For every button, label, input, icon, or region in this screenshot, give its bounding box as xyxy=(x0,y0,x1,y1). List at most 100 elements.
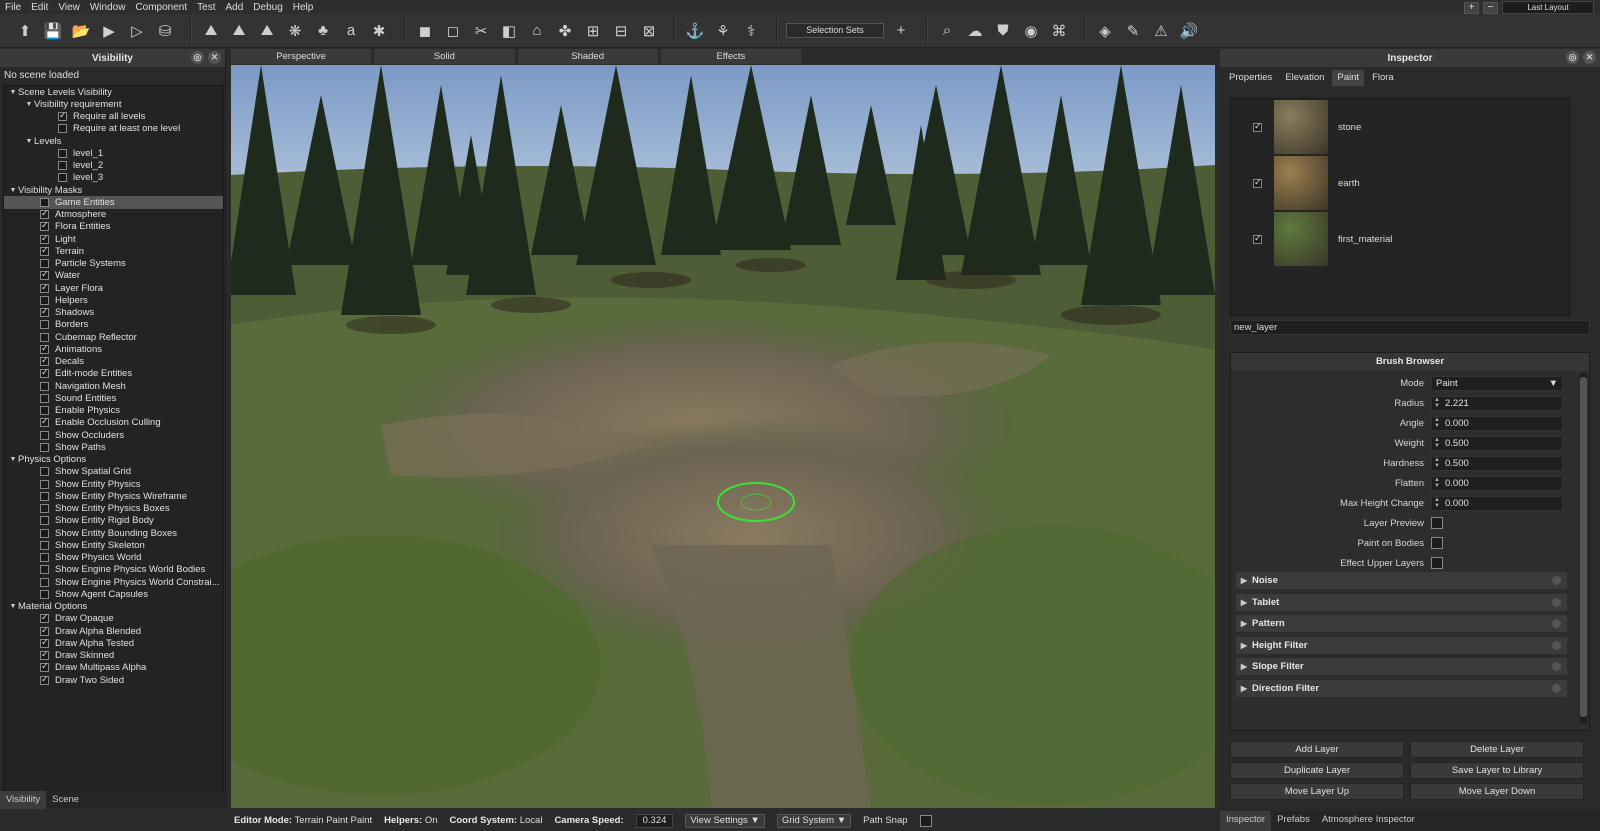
tree-row[interactable]: ▼ Physics Options xyxy=(4,454,223,466)
path-edit-icon[interactable]: ⚕ xyxy=(740,20,762,42)
layer-name-input[interactable]: new_layer xyxy=(1230,320,1590,335)
brush-section-slope-filter[interactable]: ▶ Slope Filter xyxy=(1236,658,1567,675)
tree-row[interactable]: Show Entity Bounding Boxes xyxy=(4,527,223,539)
tree-row[interactable]: ▼ Visibility Masks xyxy=(4,184,223,196)
3d-viewport[interactable] xyxy=(231,65,1215,808)
section-toggle-icon[interactable] xyxy=(1552,597,1561,607)
tab-elevation[interactable]: Elevation xyxy=(1280,70,1329,86)
selection-sets-dropdown[interactable]: Selection Sets xyxy=(786,23,884,38)
path-snap-checkbox[interactable] xyxy=(919,814,932,827)
tree-row[interactable]: Show Entity Physics Boxes xyxy=(4,503,223,515)
tree-row[interactable]: Show Engine Physics World Constrai... xyxy=(4,576,223,588)
visibility-checkbox[interactable] xyxy=(40,650,49,661)
path-add-icon[interactable]: ⚘ xyxy=(712,20,734,42)
brush-section-tablet[interactable]: ▶ Tablet xyxy=(1236,593,1567,611)
tree-icon[interactable]: ♣ xyxy=(312,20,334,42)
expand-arrow-icon[interactable]: ▼ xyxy=(8,456,18,463)
tree-row[interactable]: Atmosphere xyxy=(4,209,223,221)
tree-row[interactable]: Shadows xyxy=(4,307,223,319)
terrain-raise-icon[interactable]: ⛰ xyxy=(228,20,250,42)
warning-icon[interactable]: ⚠ xyxy=(1150,20,1172,42)
visibility-checkbox[interactable] xyxy=(40,479,49,489)
tree-row[interactable]: level_3 xyxy=(4,172,223,184)
tree-row[interactable]: Particle Systems xyxy=(4,258,223,270)
tree-row[interactable]: Show Paths xyxy=(4,441,223,453)
tab-perspective[interactable]: Perspective xyxy=(231,49,372,64)
visibility-checkbox[interactable] xyxy=(40,516,49,526)
building-icon[interactable]: ⌂ xyxy=(526,20,548,42)
box-group-icon[interactable]: ⊠ xyxy=(638,20,660,42)
tab-flora[interactable]: Flora xyxy=(1367,70,1399,86)
visibility-checkbox[interactable] xyxy=(40,381,49,391)
menu-component[interactable]: Component xyxy=(130,2,192,13)
tab-paint[interactable]: Paint xyxy=(1332,70,1365,86)
brush-section-height-filter[interactable]: ▶ Height Filter xyxy=(1236,636,1567,654)
add-panel-button[interactable]: + xyxy=(1464,1,1479,14)
puzzle-icon[interactable]: ✤ xyxy=(554,20,576,42)
visibility-checkbox[interactable] xyxy=(40,221,49,232)
expand-arrow-icon[interactable]: ▼ xyxy=(8,603,18,610)
visibility-checkbox[interactable] xyxy=(40,467,49,477)
expand-arrow-icon[interactable]: ▶ xyxy=(1236,619,1252,628)
visibility-checkbox[interactable] xyxy=(40,613,49,624)
visibility-checkbox[interactable] xyxy=(40,282,49,293)
save-layer-to-library-button[interactable]: Save Layer to Library xyxy=(1410,762,1584,779)
visibility-checkbox[interactable] xyxy=(40,197,49,207)
menu-help[interactable]: Help xyxy=(288,2,319,13)
tree-row[interactable]: ▼ Scene Levels Visibility xyxy=(4,86,223,98)
visibility-checkbox[interactable] xyxy=(40,343,49,354)
visibility-checkbox[interactable] xyxy=(40,393,49,403)
visibility-checkbox[interactable] xyxy=(40,233,49,244)
view-settings-dropdown[interactable]: View Settings ▼ xyxy=(685,813,765,828)
visibility-checkbox[interactable] xyxy=(40,565,49,575)
tree-row[interactable]: Show Entity Skeleton xyxy=(4,539,223,551)
menu-edit[interactable]: Edit xyxy=(26,2,53,13)
brush-checkbox[interactable] xyxy=(1431,517,1443,529)
visibility-checkbox[interactable] xyxy=(40,662,49,673)
tree-row[interactable]: level_1 xyxy=(4,147,223,159)
eye-icon[interactable]: ◉ xyxy=(1020,20,1042,42)
close-icon[interactable]: ✕ xyxy=(208,51,221,64)
camera-icon[interactable]: ⌕ xyxy=(936,20,958,42)
section-toggle-icon[interactable] xyxy=(1552,683,1561,693)
visibility-checkbox[interactable] xyxy=(40,406,49,416)
visibility-checkbox[interactable] xyxy=(58,173,67,183)
tab-shaded[interactable]: Shaded xyxy=(517,49,658,64)
terrain-paint-icon[interactable]: ⛰ xyxy=(256,20,278,42)
spinner-icon[interactable]: ▲ ▼ xyxy=(1432,437,1442,449)
tab-inspector[interactable]: Inspector xyxy=(1220,811,1272,831)
visibility-checkbox[interactable] xyxy=(40,209,49,220)
tree-row[interactable]: Animations xyxy=(4,343,223,355)
tree-row[interactable]: Show Occluders xyxy=(4,429,223,441)
brush-checkbox[interactable] xyxy=(1431,557,1443,569)
tree-row[interactable]: Draw Skinned xyxy=(4,650,223,662)
visibility-checkbox[interactable] xyxy=(40,504,49,514)
visibility-checkbox[interactable] xyxy=(40,356,49,367)
tree-row[interactable]: Water xyxy=(4,270,223,282)
visibility-checkbox[interactable] xyxy=(58,124,67,134)
play-icon[interactable]: ▶ xyxy=(98,20,120,42)
tree-row[interactable]: ▼ Levels xyxy=(4,135,223,147)
tree-row[interactable]: Show Spatial Grid xyxy=(4,466,223,478)
brush-prop-input[interactable]: ▲ ▼ 0.500 xyxy=(1431,455,1563,471)
visibility-checkbox[interactable] xyxy=(40,553,49,563)
visibility-checkbox[interactable] xyxy=(40,307,49,318)
visibility-checkbox[interactable] xyxy=(40,577,49,587)
tree-row[interactable]: Flora Entities xyxy=(4,221,223,233)
shield-icon[interactable]: ⛊ xyxy=(992,20,1014,42)
move-layer-up-button[interactable]: Move Layer Up xyxy=(1230,783,1404,800)
tab-visibility[interactable]: Visibility xyxy=(0,791,47,809)
move-layer-down-button[interactable]: Move Layer Down xyxy=(1410,783,1584,800)
open-folder-icon[interactable]: 📂 xyxy=(70,20,92,42)
expand-arrow-icon[interactable]: ▶ xyxy=(1236,662,1252,671)
tree-row[interactable]: Show Entity Rigid Body xyxy=(4,515,223,527)
material-layer-row[interactable]: first_material xyxy=(1231,211,1569,267)
weather-icon[interactable]: ☁ xyxy=(964,20,986,42)
spinner-icon[interactable]: ▲ ▼ xyxy=(1432,417,1442,429)
tree-row[interactable]: Draw Opaque xyxy=(4,613,223,625)
expand-arrow-icon[interactable]: ▶ xyxy=(1236,684,1252,693)
add-selection-set-button[interactable]: + xyxy=(890,20,912,42)
tab-atmosphere-inspector[interactable]: Atmosphere Inspector xyxy=(1316,811,1421,831)
visibility-checkbox[interactable] xyxy=(40,430,49,440)
tree-row[interactable]: Borders xyxy=(4,319,223,331)
